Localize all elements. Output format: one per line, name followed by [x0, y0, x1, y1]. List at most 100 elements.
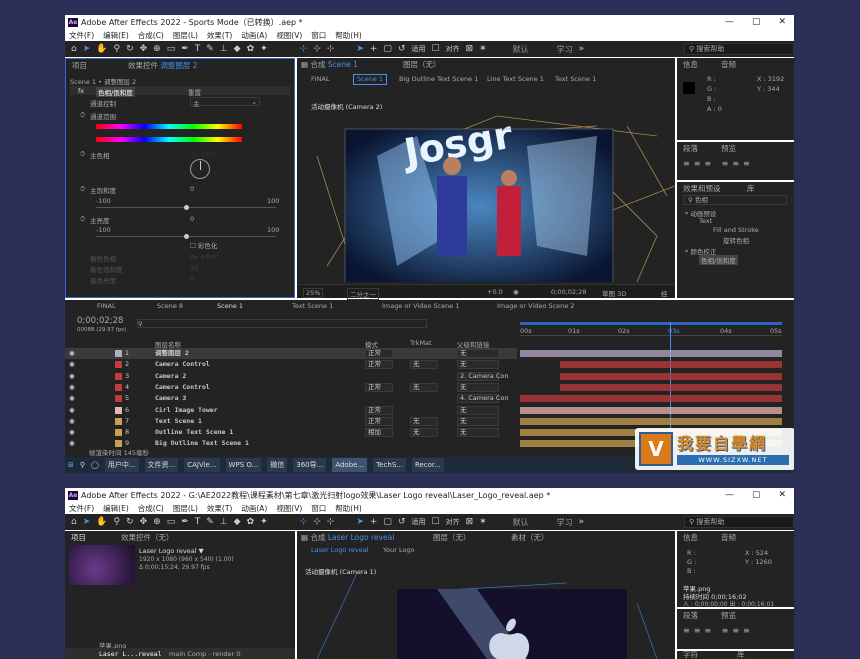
layer-parent-select[interactable]: 无 [457, 360, 499, 370]
layer-parent-select[interactable]: 无 [457, 416, 499, 426]
visibility-eye-icon[interactable]: ◉ [69, 427, 75, 438]
square-icon[interactable]: ▢ [383, 44, 392, 54]
footage-viewer-label[interactable]: 素材（无） [511, 532, 549, 543]
taskbar-app-1[interactable]: 用户中... [104, 458, 139, 472]
effect-row[interactable]: fx 色相/饱和度 重置 [70, 86, 290, 97]
camera-tool-icon[interactable]: ✥ [140, 517, 148, 527]
layer-parent-select[interactable]: 无 [457, 405, 499, 415]
visibility-eye-icon[interactable]: ◉ [69, 438, 75, 449]
label-color-swatch[interactable] [115, 383, 122, 391]
layer-parent-select[interactable]: 无 [457, 428, 499, 438]
master-sat-value[interactable]: 0 [190, 185, 194, 193]
layer-name[interactable]: Outline Text Scene 1 [155, 427, 233, 438]
tab-audio[interactable]: 音频 [721, 532, 736, 543]
comp-viewer[interactable]: Josgr [297, 96, 675, 282]
workspace-default[interactable]: 默认 [513, 517, 529, 528]
layer-name[interactable]: Text Scene 1 [155, 416, 202, 427]
zoom-tool-icon[interactable]: ⚲ [113, 517, 120, 527]
snap-checkbox[interactable]: ☐ [431, 44, 439, 54]
stopwatch-icon[interactable]: ⏱ [80, 215, 85, 224]
layer-trkmat-select[interactable]: 无 [410, 428, 438, 438]
world-axis-icon[interactable]: ⊹ [313, 44, 321, 54]
layer-row[interactable]: ◉ 8 Outline Text Scene 1 相加 无 无 [65, 427, 517, 438]
pan-tool-icon[interactable]: ⊕ [153, 517, 161, 527]
tab-preview[interactable]: 预览 [721, 143, 736, 154]
visibility-eye-icon[interactable]: ◉ [69, 382, 75, 393]
layer-row[interactable]: ◉ 4 Camera Control 正常 无 无 [65, 382, 517, 393]
exposure-value[interactable]: +0.0 [487, 288, 503, 296]
menu-window[interactable]: 窗口 [311, 30, 326, 41]
layer-duration-bar[interactable] [560, 361, 782, 369]
menu-window[interactable]: 窗口 [311, 503, 326, 514]
layer-name[interactable]: Camera 3 [155, 393, 186, 404]
layer-row[interactable]: ◉ 7 Text Scene 1 正常 无 无 [65, 416, 517, 427]
rect-tool-icon[interactable]: ▭ [167, 44, 176, 54]
rotate-tool-icon[interactable]: ↻ [126, 517, 134, 527]
pin-tool-icon[interactable]: ✦ [260, 44, 268, 54]
light-slider[interactable] [96, 234, 276, 239]
draft-3d-label[interactable]: 草图 3D [602, 288, 626, 298]
layer-duration-bar[interactable] [520, 395, 782, 403]
label-color-swatch[interactable] [115, 361, 122, 369]
comp-tab-line-text[interactable]: Line Text Scene 1 [487, 74, 544, 85]
align-buttons-icon[interactable]: ≡≡≡ ≡≡≡ [683, 159, 754, 168]
tab-info[interactable]: 信息 [683, 59, 698, 70]
more-icon[interactable]: » [579, 44, 585, 54]
comp-tab-your-logo[interactable]: Your Logo [383, 545, 415, 556]
snap-checkbox[interactable]: ☐ [431, 517, 439, 527]
hand-tool-icon[interactable]: ✋ [96, 44, 107, 54]
brush-tool-icon[interactable]: ✎ [206, 44, 214, 54]
time-ruler[interactable]: 00s 01s 02s 03s 04s 05s [520, 322, 782, 336]
layer-mode-select[interactable]: 正常 [365, 405, 393, 415]
label-color-swatch[interactable] [115, 417, 122, 425]
star-icon[interactable]: ✶ [479, 517, 487, 527]
home-icon[interactable]: ⌂ [71, 44, 77, 54]
workspace-learn[interactable]: 学习 [557, 44, 573, 55]
plus-icon[interactable]: + [370, 44, 378, 54]
layer-name[interactable]: 调整图层 2 [155, 348, 189, 359]
tl-tab-scene1[interactable]: Scene 1 [217, 302, 292, 313]
layer-name[interactable]: Camera Control [155, 382, 210, 393]
comp-name[interactable]: Laser Logo reveal ▼ [139, 547, 204, 555]
roto-tool-icon[interactable]: ✿ [247, 517, 255, 527]
comp-header[interactable]: ▦ 合成 Laser Logo reveal [301, 532, 394, 543]
rotate-tool-icon[interactable]: ↻ [126, 44, 134, 54]
menu-file[interactable]: 文件(F) [69, 30, 94, 41]
apply-label[interactable]: 适用 [411, 44, 425, 54]
taskbar-app-5[interactable]: 微信 [267, 458, 288, 472]
effect-reset[interactable]: 重置 [188, 87, 201, 97]
view-axis-icon[interactable]: ⊹ [327, 44, 335, 54]
label-color-swatch[interactable] [115, 350, 122, 357]
eraser-tool-icon[interactable]: ◆ [234, 517, 241, 527]
taskbar-app-3[interactable]: CAJVie... [184, 458, 220, 472]
panel-tab-project[interactable]: 项目 [72, 60, 87, 71]
visibility-eye-icon[interactable]: ◉ [69, 393, 75, 404]
label-color-swatch[interactable] [115, 372, 122, 380]
home-icon[interactable]: ⌂ [71, 517, 77, 527]
panel-tab-effect-controls[interactable]: 效果控件 调整图层 2 [128, 60, 198, 71]
help-search-input[interactable]: ⚲ 搜索帮助 [684, 516, 794, 528]
plus-icon[interactable]: + [370, 517, 378, 527]
windows-start-icon[interactable]: ⊞ [68, 461, 74, 469]
menu-layer[interactable]: 图层(L) [173, 503, 198, 514]
snap-icon[interactable]: ⊠ [466, 44, 474, 54]
roto-tool-icon[interactable]: ✿ [247, 44, 255, 54]
layer-trkmat-select[interactable]: 无 [410, 360, 438, 370]
search-icon[interactable]: ⚲ [80, 461, 85, 469]
layer-parent-select[interactable]: 无 [457, 382, 499, 392]
layer-mode-select[interactable]: 正常 [365, 416, 393, 426]
layer-name[interactable]: Cirl Image Tower [155, 405, 218, 416]
effects-search-input[interactable]: ⚲ 色相 [683, 195, 787, 205]
pen-tool-icon[interactable]: ✒ [181, 44, 189, 54]
stopwatch-icon[interactable]: ⏱ [80, 111, 85, 120]
minimize-button[interactable]: — [725, 15, 734, 30]
tl-tab-scene8[interactable]: Scene 8 [157, 302, 217, 313]
task-view-icon[interactable]: ◯ [91, 461, 99, 469]
layer-viewer-label[interactable]: 图层（无） [403, 59, 441, 70]
layer-parent-select[interactable]: 2. Camera Con [457, 371, 508, 381]
menu-edit[interactable]: 编辑(E) [103, 30, 129, 41]
layer-row[interactable]: ◉ 1 调整图层 2 正常 无 [65, 348, 517, 360]
layer-duration-bar[interactable] [560, 383, 782, 391]
layer-name[interactable]: Camera 2 [155, 371, 186, 382]
zoom-tool-icon[interactable]: ⚲ [113, 44, 120, 54]
